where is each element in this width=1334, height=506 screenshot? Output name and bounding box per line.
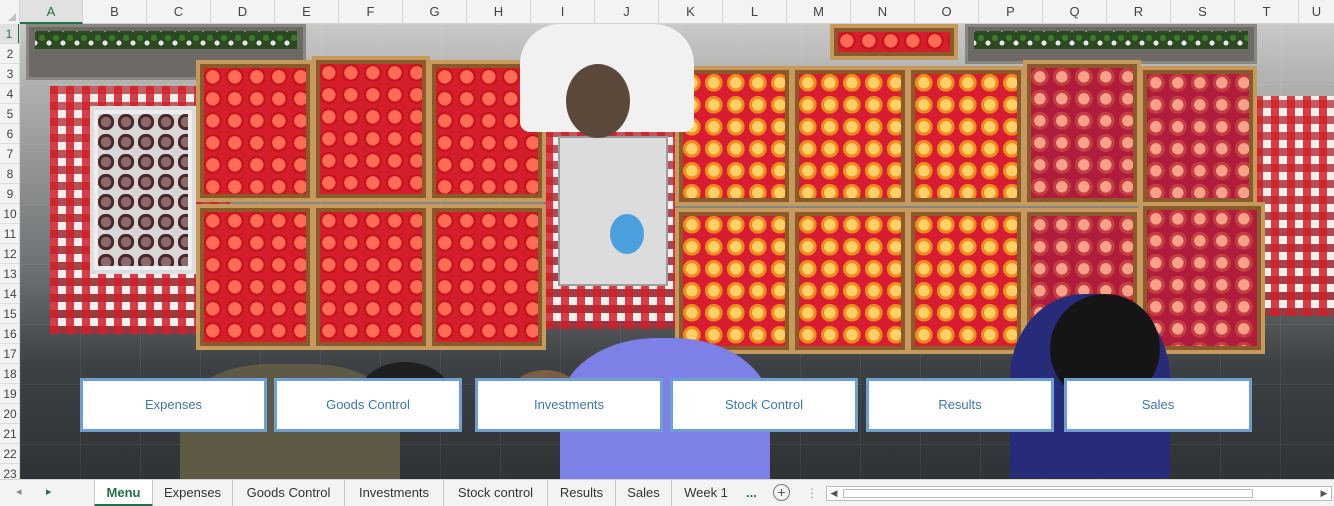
row-header-9[interactable]: 9	[0, 184, 19, 204]
column-header-l[interactable]: L	[723, 0, 787, 24]
sales-button[interactable]: Sales	[1064, 378, 1252, 432]
fruit-crate	[196, 60, 314, 202]
row-header-3[interactable]: 3	[0, 64, 19, 84]
column-header-o[interactable]: O	[915, 0, 979, 24]
add-sheet-icon[interactable]: +	[773, 484, 790, 501]
row-header-8[interactable]: 8	[0, 164, 19, 184]
row-header-13[interactable]: 13	[0, 264, 19, 284]
row-header-11[interactable]: 11	[0, 224, 19, 244]
row-header-7[interactable]: 7	[0, 144, 19, 164]
results-button[interactable]: Results	[866, 378, 1054, 432]
fruit-crate	[791, 208, 909, 354]
row-header-10[interactable]: 10	[0, 204, 19, 224]
column-header-j[interactable]: J	[595, 0, 659, 24]
previous-sheet-icon[interactable]: ◂	[16, 485, 22, 498]
column-header-a[interactable]: A	[20, 0, 83, 24]
splitter-handle-icon[interactable]: ⋮	[806, 486, 818, 500]
fruit-crate	[312, 56, 430, 202]
vendor-head	[566, 64, 630, 138]
tab-stock-control[interactable]: Stock control	[444, 480, 548, 506]
tab-week-1[interactable]: Week 1	[672, 480, 740, 506]
column-header-r[interactable]: R	[1107, 0, 1171, 24]
column-header-n[interactable]: N	[851, 0, 915, 24]
row-header-21[interactable]: 21	[0, 424, 19, 444]
row-header-19[interactable]: 19	[0, 384, 19, 404]
tab-results[interactable]: Results	[548, 480, 616, 506]
scrollbar-thumb[interactable]	[843, 489, 1253, 498]
fruit-crate	[791, 66, 909, 206]
next-sheet-icon[interactable]: ▸	[46, 485, 52, 498]
row-header-1[interactable]: 1	[0, 24, 19, 44]
spreadsheet-window: A B C D E F G H I J K L M N O P Q R S T …	[0, 0, 1334, 506]
scroll-left-icon[interactable]: ◀	[827, 487, 841, 500]
plum-bin	[90, 106, 196, 274]
column-header-u[interactable]: U	[1299, 0, 1334, 24]
tab-expenses[interactable]: Expenses	[153, 480, 233, 506]
row-header-bar: 1 2 3 4 5 6 7 8 9 10 11 12 13 14 15 16 1…	[0, 24, 20, 479]
weighing-scale	[558, 136, 668, 286]
checkered-tablecloth-right	[1255, 96, 1334, 316]
horizontal-scrollbar[interactable]: ◀ ▶	[826, 486, 1332, 501]
row-header-22[interactable]: 22	[0, 444, 19, 464]
column-header-h[interactable]: H	[467, 0, 531, 24]
row-header-20[interactable]: 20	[0, 404, 19, 424]
column-header-f[interactable]: F	[339, 0, 403, 24]
column-header-e[interactable]: E	[275, 0, 339, 24]
select-all-corner[interactable]	[0, 0, 20, 24]
fruit-crate	[907, 66, 1025, 206]
goods-control-button[interactable]: Goods Control	[274, 378, 462, 432]
column-header-c[interactable]: C	[147, 0, 211, 24]
column-header-k[interactable]: K	[659, 0, 723, 24]
tab-menu[interactable]: Menu	[94, 480, 153, 506]
stock-control-button[interactable]: Stock Control	[670, 378, 858, 432]
row-header-16[interactable]: 16	[0, 324, 19, 344]
fruit-crate	[428, 204, 546, 350]
more-sheets-icon[interactable]: ...	[746, 480, 764, 505]
row-header-2[interactable]: 2	[0, 44, 19, 64]
sheet-tab-bar: ◂ ▸ Menu Expenses Goods Control Investme…	[0, 479, 1334, 506]
fruit-crate	[196, 204, 314, 350]
column-header-p[interactable]: P	[979, 0, 1043, 24]
column-header-i[interactable]: I	[531, 0, 595, 24]
column-header-g[interactable]: G	[403, 0, 467, 24]
column-header-m[interactable]: M	[787, 0, 851, 24]
fruit-crate	[1023, 60, 1141, 206]
column-header-q[interactable]: Q	[1043, 0, 1107, 24]
fruit-crate	[1139, 66, 1257, 206]
tab-sales[interactable]: Sales	[616, 480, 672, 506]
row-header-5[interactable]: 5	[0, 104, 19, 124]
row-header-18[interactable]: 18	[0, 364, 19, 384]
column-header-d[interactable]: D	[211, 0, 275, 24]
tab-investments[interactable]: Investments	[345, 480, 444, 506]
column-header-b[interactable]: B	[83, 0, 147, 24]
fruit-crate	[907, 208, 1025, 354]
flower-planter-right	[965, 24, 1257, 64]
column-header-t[interactable]: T	[1235, 0, 1299, 24]
fruit-crate	[675, 208, 793, 354]
scroll-right-icon[interactable]: ▶	[1317, 487, 1331, 500]
tab-goods-control[interactable]: Goods Control	[233, 480, 345, 506]
row-header-15[interactable]: 15	[0, 304, 19, 324]
fruit-crate	[830, 24, 958, 60]
row-header-17[interactable]: 17	[0, 344, 19, 364]
expenses-button[interactable]: Expenses	[80, 378, 267, 432]
investments-button[interactable]: Investments	[475, 378, 663, 432]
row-header-12[interactable]: 12	[0, 244, 19, 264]
row-header-6[interactable]: 6	[0, 124, 19, 144]
row-header-14[interactable]: 14	[0, 284, 19, 304]
column-header-bar: A B C D E F G H I J K L M N O P Q R S T …	[0, 0, 1334, 24]
row-header-4[interactable]: 4	[0, 84, 19, 104]
column-header-s[interactable]: S	[1171, 0, 1235, 24]
fruit-crate	[312, 204, 430, 350]
vendor-glove	[610, 214, 644, 254]
row-header-23[interactable]: 23	[0, 464, 19, 479]
